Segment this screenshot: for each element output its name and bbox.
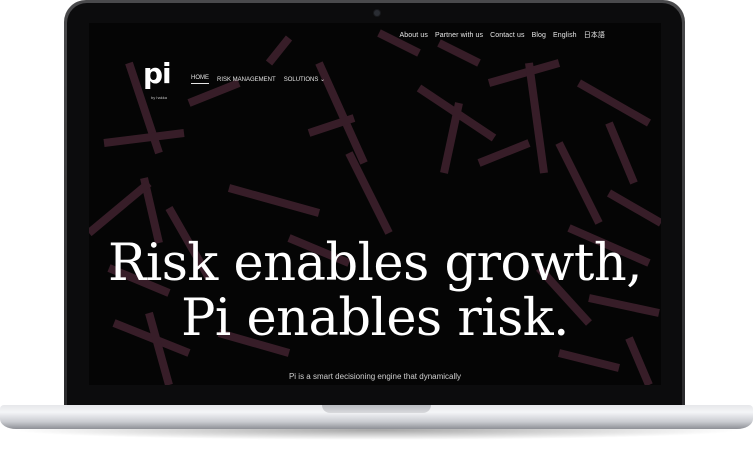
hero-subtext: Pi is a smart decisioning engine that dy… [288,372,462,381]
nav-solutions[interactable]: SOLUTIONS ⌄ [284,76,325,83]
nav-contact-us[interactable]: Contact us [490,32,524,39]
laptop-mockup: About us Partner with us Contact us Blog… [0,0,753,450]
pi-logo[interactable]: pi by hakka [143,57,177,101]
top-navigation: About us Partner with us Contact us Blog… [400,30,606,40]
language-english[interactable]: English [553,32,577,39]
nav-home[interactable]: HOME [191,75,209,84]
logo-wordmark: pi [143,57,172,90]
website-screen: About us Partner with us Contact us Blog… [89,23,661,385]
nav-partner-with-us[interactable]: Partner with us [435,32,483,39]
logo-tagline: by hakka [151,95,168,100]
main-navigation: HOME RISK MANAGEMENT SOLUTIONS ⌄ [191,75,325,84]
nav-about-us[interactable]: About us [400,32,428,39]
hero-line-2: Pi enables risk. [181,289,569,348]
language-japanese[interactable]: 日本語 [584,30,605,40]
hero-line-1: Risk enables growth, [108,234,642,293]
camera-icon [374,10,380,16]
hero-heading: Risk enables growth, Pi enables risk. [89,236,661,346]
nav-solutions-label: SOLUTIONS [283,77,319,83]
nav-blog[interactable]: Blog [532,32,546,39]
nav-risk-management[interactable]: RISK MANAGEMENT [217,77,276,83]
laptop-notch [322,405,431,413]
chevron-down-icon: ⌄ [320,77,326,83]
